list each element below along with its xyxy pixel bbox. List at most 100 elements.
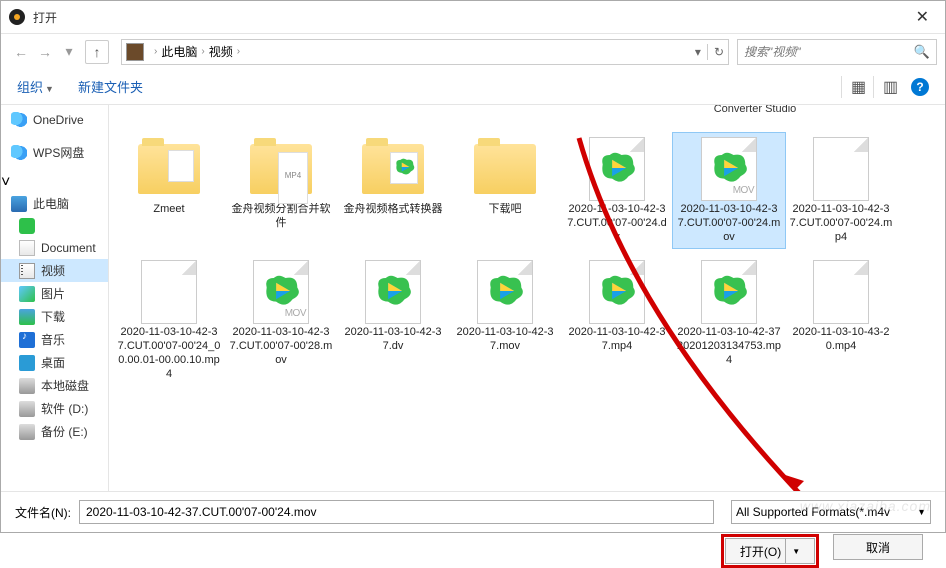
up-button[interactable]: ↑ <box>85 40 109 64</box>
file-thumbnail <box>242 137 320 201</box>
open-split-dropdown[interactable]: ▼ <box>785 539 800 563</box>
file-name: 2020-11-03-10-42-37.dv <box>341 326 445 354</box>
sidebar-item[interactable]: OneDrive <box>1 109 108 131</box>
partial-row-label: Converter Studio <box>705 105 805 116</box>
file-item[interactable]: 下载吧 <box>449 133 561 248</box>
file-item[interactable]: 2020-11-03-10-42-37.CUT.00'07-00'24_00.0… <box>113 256 225 385</box>
crumb-sep: › <box>154 46 157 57</box>
sidebar-item-label: 软件 (D:) <box>41 400 88 417</box>
file-thumbnail <box>130 137 208 201</box>
sidebar-item-label: 视频 <box>41 262 65 279</box>
file-name: 下载吧 <box>489 203 522 217</box>
search-input[interactable] <box>744 45 914 59</box>
onedrive-icon <box>11 112 27 128</box>
view-large-icons-button[interactable]: ▦ <box>841 76 869 98</box>
crumb-thispc[interactable]: 此电脑 <box>161 43 197 60</box>
crumb-sep: › <box>237 46 240 57</box>
cancel-button[interactable]: 取消 <box>833 534 923 560</box>
sidebar-item[interactable]: 备份 (E:) <box>1 420 108 443</box>
forward-button[interactable]: → <box>33 40 57 64</box>
search-icon[interactable]: 🔍 <box>914 44 930 60</box>
file-item[interactable]: 2020-11-03-10-42-37.dv <box>337 256 449 385</box>
hdd-icon <box>19 378 35 394</box>
history-dropdown[interactable]: ▾ <box>57 40 81 64</box>
sidebar-item[interactable] <box>1 215 108 237</box>
filetype-filter[interactable]: All Supported Formats(*.m4v▼ <box>731 500 931 524</box>
sidebar-item[interactable]: 本地磁盘 <box>1 374 108 397</box>
file-thumbnail <box>466 260 544 324</box>
file-name: 2020-11-03-10-42-37.CUT.00'07-00'24.mov <box>677 203 781 244</box>
sidebar-item[interactable]: 桌面 <box>1 351 108 374</box>
organize-menu[interactable]: 组织▼ <box>17 77 54 96</box>
file-name: 2020-11-03-10-42-37.CUT.00'07-00'28.mov <box>229 326 333 367</box>
file-item[interactable]: 2020-11-03-10-42-37.CUT.00'07-00'24.mp4 <box>785 133 897 248</box>
sidebar-item-label: 备份 (E:) <box>41 423 88 440</box>
file-name: 2020-11-03-10-42-37.CUT.00'07-00'24_00.0… <box>117 326 221 381</box>
video-icon <box>19 263 35 279</box>
help-button[interactable]: ? <box>911 78 929 96</box>
file-item[interactable]: 金舟视频分割合并软件 <box>225 133 337 248</box>
search-box[interactable]: 🔍 <box>737 39 937 65</box>
file-item[interactable]: Zmeet <box>113 133 225 248</box>
file-name: 2020-11-03-10-42-37.mp4 <box>565 326 669 354</box>
sidebar-item[interactable]: WPS网盘 <box>1 141 108 164</box>
file-item[interactable]: MOV2020-11-03-10-42-37.CUT.00'07-00'28.m… <box>225 256 337 385</box>
open-button[interactable]: 打开(O)▼ <box>725 538 815 564</box>
file-item[interactable]: 2020-11-03-10-42-3720201203134753.mp4 <box>673 256 785 385</box>
pic-icon <box>19 286 35 302</box>
app-icon <box>9 9 25 25</box>
file-thumbnail: MOV <box>690 137 768 201</box>
file-name: 2020-11-03-10-42-37.CUT.00'07-00'24.mp4 <box>789 203 893 244</box>
file-thumbnail <box>802 260 880 324</box>
file-item[interactable]: 金舟视频格式转换器 <box>337 133 449 248</box>
filename-input[interactable] <box>79 500 714 524</box>
sidebar-item[interactable]: 下载 <box>1 305 108 328</box>
location-icon <box>126 43 144 61</box>
crumb-sep: › <box>201 46 204 57</box>
sidebar-item-label: 本地磁盘 <box>41 377 89 394</box>
down-icon <box>19 309 35 325</box>
file-thumbnail <box>802 137 880 201</box>
sidebar-item[interactable]: 图片 <box>1 282 108 305</box>
file-item[interactable]: 2020-11-03-10-43-20.mp4 <box>785 256 897 385</box>
sidebar-item-label: Document <box>41 241 96 255</box>
caret-down-icon: ▼ <box>917 507 926 517</box>
sidebar-item-label: 音乐 <box>41 331 65 348</box>
close-button[interactable]: ✕ <box>908 7 937 27</box>
file-thumbnail: MOV <box>242 260 320 324</box>
sidebar-item[interactable]: 音乐 <box>1 328 108 351</box>
file-thumbnail <box>354 137 432 201</box>
file-name: 2020-11-03-10-42-37.mov <box>453 326 557 354</box>
sidebar-item-label: 桌面 <box>41 354 65 371</box>
file-thumbnail <box>354 260 432 324</box>
filename-label: 文件名(N): <box>15 504 71 521</box>
file-item[interactable]: 2020-11-03-10-42-37.mov <box>449 256 561 385</box>
sidebar-item[interactable]: 软件 (D:) <box>1 397 108 420</box>
view-preview-button[interactable]: ▥ <box>873 76 901 98</box>
new-folder-button[interactable]: 新建文件夹 <box>78 77 143 96</box>
file-name: 2020-11-03-10-43-20.mp4 <box>789 326 893 354</box>
sidebar-item[interactable]: 此电脑 <box>1 192 108 215</box>
sidebar-item-label: 此电脑 <box>33 195 69 212</box>
file-item[interactable]: 2020-11-03-10-42-37.CUT.00'07-00'24.dv <box>561 133 673 248</box>
file-name: 金舟视频分割合并软件 <box>229 203 333 231</box>
file-name: 金舟视频格式转换器 <box>344 203 443 217</box>
file-thumbnail <box>130 260 208 324</box>
file-item[interactable]: 2020-11-03-10-42-37.mp4 <box>561 256 673 385</box>
sidebar-item[interactable]: Document <box>1 237 108 259</box>
file-item[interactable]: MOV2020-11-03-10-42-37.CUT.00'07-00'24.m… <box>673 133 785 248</box>
file-thumbnail <box>578 260 656 324</box>
expand-icon[interactable]: ˅ <box>1 174 10 191</box>
refresh-button[interactable]: ↻ <box>714 45 724 59</box>
sidebar-item-label: 图片 <box>41 285 65 302</box>
sidebar-item[interactable]: 视频 <box>1 259 108 282</box>
sidebar-item-label: 下载 <box>41 308 65 325</box>
address-bar[interactable]: › 此电脑 › 视频 › ▾ ↻ <box>121 39 729 65</box>
hdd-icon <box>19 424 35 440</box>
green-icon <box>19 218 35 234</box>
back-button[interactable]: ← <box>9 40 33 64</box>
address-dropdown[interactable]: ▾ <box>695 45 701 59</box>
file-pane[interactable]: Converter Studio Zmeet金舟视频分割合并软件金舟视频格式转换… <box>109 105 945 491</box>
crumb-videos[interactable]: 视频 <box>209 43 233 60</box>
annotation-highlight: 打开(O)▼ <box>721 534 819 568</box>
